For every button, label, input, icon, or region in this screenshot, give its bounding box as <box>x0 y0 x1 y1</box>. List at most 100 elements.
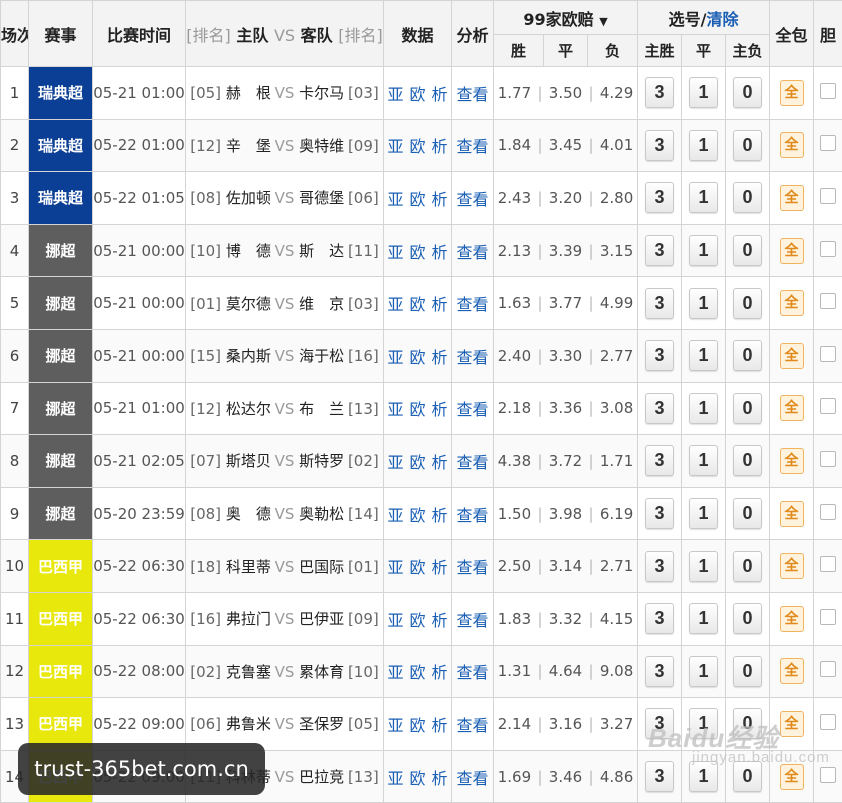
view-link[interactable]: 查看 <box>452 645 494 698</box>
away-team[interactable]: 巴拉竞 <box>299 766 343 787</box>
away-team[interactable]: 海于松 <box>299 345 343 366</box>
asian-link[interactable]: 亚 <box>387 453 403 472</box>
home-team[interactable]: 辛 堡 <box>226 135 270 156</box>
league-badge[interactable]: 挪超 <box>29 382 93 435</box>
all-pack-button[interactable]: 全 <box>780 343 804 369</box>
league-badge[interactable]: 挪超 <box>29 487 93 540</box>
select-1-button[interactable]: 1 <box>689 235 718 266</box>
dan-checkbox[interactable] <box>820 609 836 625</box>
league-badge[interactable]: 瑞典超 <box>29 67 93 120</box>
dan-checkbox[interactable] <box>820 293 836 309</box>
analysis-link[interactable]: 析 <box>432 400 448 419</box>
view-link[interactable]: 查看 <box>452 67 494 120</box>
select-3-button[interactable]: 3 <box>645 603 674 634</box>
select-1-button[interactable]: 1 <box>689 130 718 161</box>
dan-checkbox[interactable] <box>820 398 836 414</box>
away-team[interactable]: 维 京 <box>299 293 343 314</box>
select-0-button[interactable]: 0 <box>733 393 762 424</box>
league-badge[interactable]: 巴西甲 <box>29 540 93 593</box>
select-0-button[interactable]: 0 <box>733 603 762 634</box>
euro-link[interactable]: 欧 <box>409 137 425 156</box>
home-team[interactable]: 弗鲁米 <box>226 713 270 734</box>
view-link[interactable]: 查看 <box>452 329 494 382</box>
home-team[interactable]: 赫 根 <box>226 82 270 103</box>
asian-link[interactable]: 亚 <box>387 85 403 104</box>
league-badge[interactable]: 挪超 <box>29 277 93 330</box>
select-3-button[interactable]: 3 <box>645 340 674 371</box>
select-3-button[interactable]: 3 <box>645 393 674 424</box>
away-team[interactable]: 哥德堡 <box>299 187 343 208</box>
home-team[interactable]: 莫尔德 <box>226 293 270 314</box>
all-pack-button[interactable]: 全 <box>780 238 804 264</box>
away-team[interactable]: 斯 达 <box>299 240 343 261</box>
select-1-button[interactable]: 1 <box>689 498 718 529</box>
euro-link[interactable]: 欧 <box>409 611 425 630</box>
view-link[interactable]: 查看 <box>452 435 494 488</box>
asian-link[interactable]: 亚 <box>387 769 403 788</box>
away-team[interactable]: 圣保罗 <box>299 713 343 734</box>
all-pack-button[interactable]: 全 <box>780 132 804 158</box>
analysis-link[interactable]: 析 <box>432 506 448 525</box>
home-team[interactable]: 松达尔 <box>226 398 270 419</box>
clear-link[interactable]: 清除 <box>706 10 738 29</box>
view-link[interactable]: 查看 <box>452 487 494 540</box>
home-team[interactable]: 桑内斯 <box>226 345 270 366</box>
view-link[interactable]: 查看 <box>452 172 494 225</box>
league-badge[interactable]: 瑞典超 <box>29 172 93 225</box>
view-link[interactable]: 查看 <box>452 540 494 593</box>
euro-link[interactable]: 欧 <box>409 716 425 735</box>
euro-link[interactable]: 欧 <box>409 769 425 788</box>
select-0-button[interactable]: 0 <box>733 182 762 213</box>
select-1-button[interactable]: 1 <box>689 551 718 582</box>
analysis-link[interactable]: 析 <box>432 295 448 314</box>
euro-link[interactable]: 欧 <box>409 243 425 262</box>
euro-link[interactable]: 欧 <box>409 453 425 472</box>
asian-link[interactable]: 亚 <box>387 506 403 525</box>
home-team[interactable]: 克鲁塞 <box>226 661 270 682</box>
select-0-button[interactable]: 0 <box>733 77 762 108</box>
euro-link[interactable]: 欧 <box>409 85 425 104</box>
euro-link[interactable]: 欧 <box>409 558 425 577</box>
league-badge[interactable]: 巴西甲 <box>29 645 93 698</box>
select-0-button[interactable]: 0 <box>733 656 762 687</box>
asian-link[interactable]: 亚 <box>387 243 403 262</box>
euro-link[interactable]: 欧 <box>409 190 425 209</box>
asian-link[interactable]: 亚 <box>387 611 403 630</box>
all-pack-button[interactable]: 全 <box>780 290 804 316</box>
analysis-link[interactable]: 析 <box>432 611 448 630</box>
league-badge[interactable]: 瑞典超 <box>29 119 93 172</box>
select-0-button[interactable]: 0 <box>733 445 762 476</box>
home-team[interactable]: 科里蒂 <box>226 556 270 577</box>
all-pack-button[interactable]: 全 <box>780 448 804 474</box>
analysis-link[interactable]: 析 <box>432 348 448 367</box>
select-3-button[interactable]: 3 <box>645 77 674 108</box>
select-3-button[interactable]: 3 <box>645 498 674 529</box>
dan-checkbox[interactable] <box>820 767 836 783</box>
select-3-button[interactable]: 3 <box>645 235 674 266</box>
away-team[interactable]: 奥勒松 <box>299 503 343 524</box>
asian-link[interactable]: 亚 <box>387 716 403 735</box>
league-badge[interactable]: 挪超 <box>29 435 93 488</box>
away-team[interactable]: 巴伊亚 <box>299 608 343 629</box>
select-0-button[interactable]: 0 <box>733 235 762 266</box>
asian-link[interactable]: 亚 <box>387 295 403 314</box>
dan-checkbox[interactable] <box>820 135 836 151</box>
home-team[interactable]: 弗拉门 <box>226 608 270 629</box>
select-1-button[interactable]: 1 <box>689 445 718 476</box>
dan-checkbox[interactable] <box>820 83 836 99</box>
analysis-link[interactable]: 析 <box>432 137 448 156</box>
dan-checkbox[interactable] <box>820 556 836 572</box>
analysis-link[interactable]: 析 <box>432 663 448 682</box>
all-pack-button[interactable]: 全 <box>780 764 804 790</box>
view-link[interactable]: 查看 <box>452 224 494 277</box>
home-team[interactable]: 斯塔贝 <box>226 450 270 471</box>
select-3-button[interactable]: 3 <box>645 656 674 687</box>
all-pack-button[interactable]: 全 <box>780 606 804 632</box>
select-0-button[interactable]: 0 <box>733 130 762 161</box>
select-0-button[interactable]: 0 <box>733 551 762 582</box>
dan-checkbox[interactable] <box>820 188 836 204</box>
away-team[interactable]: 累体育 <box>299 661 343 682</box>
all-pack-button[interactable]: 全 <box>780 395 804 421</box>
select-1-button[interactable]: 1 <box>689 656 718 687</box>
home-team[interactable]: 奥 德 <box>226 503 270 524</box>
